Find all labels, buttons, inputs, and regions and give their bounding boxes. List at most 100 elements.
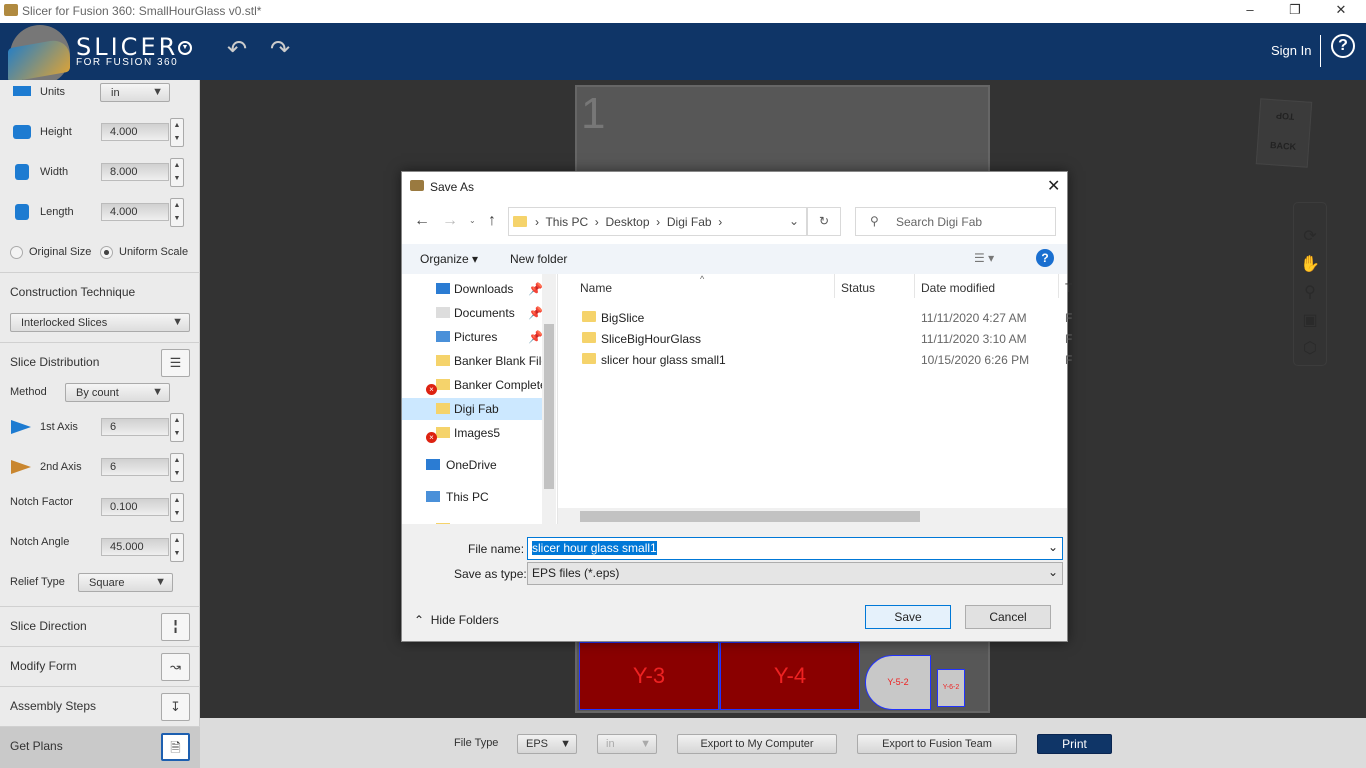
restore-button[interactable]: ❐	[1285, 2, 1305, 20]
help-icon[interactable]: ?	[1036, 249, 1054, 267]
save-type-select[interactable]: EPS files (*.eps) ⌄	[527, 562, 1063, 585]
close-icon[interactable]: ✕	[1047, 176, 1060, 196]
print-button[interactable]: Print	[1037, 734, 1112, 754]
column-status[interactable]: Status	[841, 281, 875, 295]
nav-item[interactable]: Documents 📌	[402, 302, 543, 324]
part-y-3: Y-3	[579, 642, 719, 710]
redo-icon[interactable]: ↷	[270, 35, 290, 64]
notch-factor-stepper[interactable]: ▲ ▼	[170, 493, 184, 522]
length-input[interactable]: 4.000	[101, 203, 169, 221]
undo-icon[interactable]: ↶	[227, 35, 247, 64]
fit-icon[interactable]: ▣	[1294, 307, 1326, 335]
axis1-input[interactable]: 6	[101, 418, 169, 436]
nav-item[interactable]: This PC	[402, 486, 542, 508]
units-select[interactable]: in ▼	[100, 83, 170, 102]
refresh-button[interactable]: ↻	[807, 207, 841, 236]
notch-factor-input[interactable]: 0.100	[101, 498, 169, 516]
cancel-button[interactable]: Cancel	[965, 605, 1051, 629]
sidebar: Units in ▼ Height 4.000 ▲ ▼ Width 8.000 ▲ ▼…	[0, 80, 200, 768]
file-type-select[interactable]: EPS ▼	[517, 734, 577, 754]
home-view-icon[interactable]: ⬡	[1294, 335, 1326, 363]
orbit-icon[interactable]: ⟳	[1294, 223, 1326, 251]
column-name[interactable]: Name	[580, 281, 612, 295]
get-plans-icon[interactable]: 🗎	[161, 733, 190, 761]
breadcrumb-item[interactable]: This PC	[545, 215, 588, 229]
chevron-down-icon[interactable]: ⌄	[789, 214, 799, 228]
folder-icon	[582, 311, 596, 322]
width-input[interactable]: 8.000	[101, 163, 169, 181]
relief-type-select[interactable]: Square ▼	[78, 573, 173, 592]
technique-select[interactable]: Interlocked Slices ▼	[10, 313, 190, 332]
assembly-steps-section[interactable]: Assembly Steps ↧	[0, 686, 200, 726]
method-select[interactable]: By count ▼	[65, 383, 170, 402]
slice-direction-icon[interactable]: ╏	[161, 613, 190, 641]
save-button[interactable]: Save	[865, 605, 951, 629]
minimize-button[interactable]: –	[1240, 2, 1260, 20]
nav-item[interactable]: Downloads 📌	[402, 278, 543, 300]
file-name: SliceBigHourGlass	[601, 332, 702, 346]
file-row[interactable]: SliceBigHourGlass 11/11/2020 3:10 AM F	[558, 329, 1072, 349]
axis2-icon	[11, 460, 31, 474]
forward-icon[interactable]: →	[442, 212, 458, 230]
back-icon[interactable]: ←	[414, 212, 430, 230]
uniform-scale-radio[interactable]	[100, 246, 113, 259]
units-export-select[interactable]: in ▼	[597, 734, 657, 754]
search-input[interactable]: ⚲ Search Digi Fab	[855, 207, 1056, 236]
export-to-fusion-team-button[interactable]: Export to Fusion Team	[857, 734, 1017, 754]
notch-angle-input[interactable]: 45.000	[101, 538, 169, 556]
file-name-input[interactable]: slicer hour glass small1 ⌄	[527, 537, 1063, 560]
breadcrumb-item[interactable]: Digi Fab	[667, 215, 712, 229]
nav-item[interactable]: Digi Fab	[402, 398, 542, 420]
original-size-radio[interactable]	[10, 246, 23, 259]
new-folder-button[interactable]: New folder	[510, 252, 567, 266]
units-icon	[13, 86, 31, 96]
view-cube[interactable]: TOP BACK	[1255, 98, 1313, 168]
width-stepper[interactable]: ▲ ▼	[170, 158, 184, 187]
units-export-value: in	[606, 738, 615, 750]
modify-form-section[interactable]: Modify Form ↝	[0, 646, 200, 686]
nav-item[interactable]: × Banker Complete	[402, 374, 547, 396]
hide-folders-button[interactable]: ⌃ Hide Folders	[414, 613, 499, 627]
column-type[interactable]: T	[1065, 281, 1072, 295]
cloud-icon	[426, 459, 440, 470]
file-row[interactable]: slicer hour glass small1 10/15/2020 6:26 …	[558, 350, 1072, 370]
nav-item[interactable]: OneDrive	[402, 454, 542, 476]
nav-item[interactable]: × Images5	[402, 422, 542, 444]
slice-direction-section[interactable]: Slice Direction ╏	[0, 606, 200, 646]
axis2-stepper[interactable]: ▲ ▼	[170, 453, 184, 482]
modify-form-icon[interactable]: ↝	[161, 653, 190, 681]
menu-dropdown-icon[interactable]: ▼	[178, 41, 192, 55]
search-placeholder: Search Digi Fab	[896, 215, 983, 229]
length-stepper[interactable]: ▲ ▼	[170, 198, 184, 227]
organize-button[interactable]: Organize ▾	[420, 252, 478, 266]
height-input[interactable]: 4.000	[101, 123, 169, 141]
recent-locations-icon[interactable]: ⌄	[469, 216, 476, 225]
slice-distribution-heading: Slice Distribution	[10, 355, 100, 369]
notch-angle-stepper[interactable]: ▲ ▼	[170, 533, 184, 562]
help-button[interactable]: ?	[1331, 34, 1355, 58]
nav-scrollbar[interactable]	[542, 274, 556, 524]
assembly-steps-icon[interactable]: ↧	[161, 693, 190, 721]
slice-distribution-button[interactable]: ☰	[161, 349, 190, 377]
chevron-down-icon[interactable]: ⌄	[1048, 540, 1058, 554]
uniform-scale-label: Uniform Scale	[119, 246, 189, 258]
close-window-button[interactable]: ✕	[1331, 2, 1351, 20]
export-to-computer-button[interactable]: Export to My Computer	[677, 734, 837, 754]
address-bar[interactable]: › This PC › Desktop › Digi Fab › ⌄	[508, 207, 807, 236]
nav-item[interactable]: Banker Blank File	[402, 350, 548, 372]
zoom-icon[interactable]: ⚲	[1294, 279, 1326, 307]
height-stepper[interactable]: ▲ ▼	[170, 118, 184, 147]
length-label: Length	[40, 206, 74, 218]
get-plans-section[interactable]: Get Plans 🗎	[0, 726, 200, 768]
sign-in-link[interactable]: Sign In	[1271, 43, 1311, 58]
axis2-input[interactable]: 6	[101, 458, 169, 476]
breadcrumb-item[interactable]: Desktop	[605, 215, 649, 229]
pan-icon[interactable]: ✋	[1294, 251, 1326, 279]
horizontal-scrollbar[interactable]	[558, 508, 1067, 524]
axis1-stepper[interactable]: ▲ ▼	[170, 413, 184, 442]
file-row[interactable]: BigSlice 11/11/2020 4:27 AM F	[558, 308, 1072, 328]
column-date[interactable]: Date modified	[921, 281, 995, 295]
up-icon[interactable]: ↑	[488, 212, 496, 230]
view-options-icon[interactable]: ☰ ▾	[974, 251, 994, 265]
nav-item[interactable]: Pictures 📌	[402, 326, 543, 348]
